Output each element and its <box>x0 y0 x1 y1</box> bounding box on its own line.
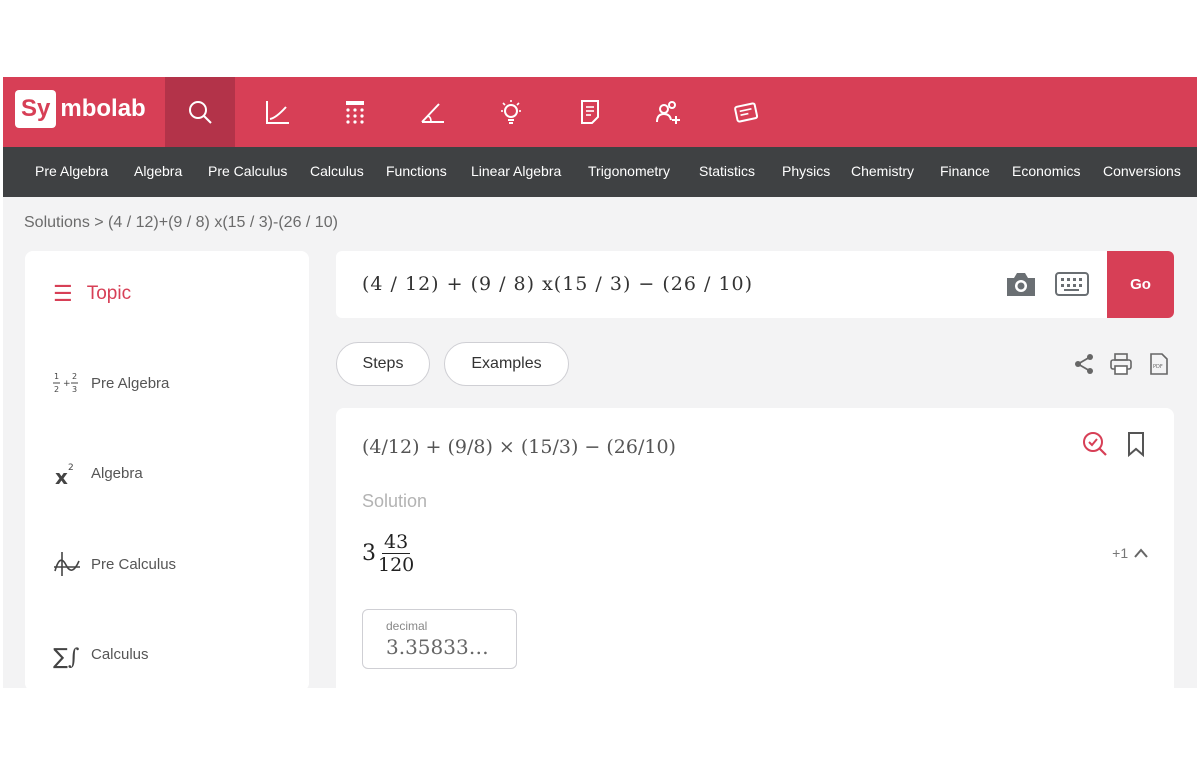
sidebar-item-label: Calculus <box>91 645 149 663</box>
nav-chemistry[interactable]: Chemistry <box>851 163 914 179</box>
nav-economics[interactable]: Economics <box>1012 163 1080 179</box>
sidebar-item-pre-algebra[interactable]: 1 2 2 3 + Pre Algebra <box>49 365 169 401</box>
svg-text:∫: ∫ <box>68 645 80 669</box>
logo-text: mbolab <box>60 95 146 122</box>
chevron-up-icon <box>1134 548 1148 558</box>
svg-text:1: 1 <box>54 372 59 381</box>
svg-text:2: 2 <box>54 385 59 394</box>
x-squared-icon: x2 <box>49 455 85 491</box>
verify-icon[interactable] <box>1081 430 1109 463</box>
decimal-value: 3.35833… <box>386 635 489 659</box>
fraction-denominator: 120 <box>378 554 415 576</box>
logo-box: Sy <box>15 90 57 128</box>
expression-input[interactable]: (4 / 12) + (9 / 8) x(15 / 3) − (26 / 10)… <box>336 251 1174 318</box>
nav-finance[interactable]: Finance <box>940 163 990 179</box>
svg-text:3: 3 <box>72 385 77 394</box>
nav-pre-calculus[interactable]: Pre Calculus <box>208 163 287 179</box>
cheat-sheet-icon[interactable] <box>711 77 781 147</box>
topic-menu-toggle[interactable]: ☰ Topic <box>53 281 131 307</box>
sidebar-item-label: Pre Algebra <box>91 374 170 392</box>
svg-text:∑: ∑ <box>53 645 68 669</box>
bookmark-icon[interactable] <box>1124 430 1148 463</box>
search-icon[interactable] <box>165 77 235 147</box>
steps-button[interactable]: Steps <box>336 342 430 386</box>
sidebar-item-algebra[interactable]: x2 Algebra <box>49 455 143 491</box>
fraction: 43 120 <box>378 531 414 576</box>
sidebar-item-label: Algebra <box>91 464 143 482</box>
function-graph-icon <box>49 546 85 582</box>
sigma-integral-icon: ∑ ∫ <box>49 636 85 672</box>
top-bar: Sy mbolab <box>3 77 1197 147</box>
sidebar-item-calculus[interactable]: ∑ ∫ Calculus <box>49 636 149 672</box>
nav-functions[interactable]: Functions <box>386 163 447 179</box>
solution-label: Solution <box>362 491 428 511</box>
breadcrumb[interactable]: Solutions > (4 / 12)+(9 / 8) x(15 / 3)-(… <box>24 214 338 232</box>
keyboard-icon[interactable] <box>1054 269 1090 304</box>
geometry-icon[interactable] <box>398 77 468 147</box>
svg-text:PDF: PDF <box>1153 364 1163 370</box>
groups-icon[interactable] <box>633 77 703 147</box>
expression-text[interactable]: (4 / 12) + (9 / 8) x(15 / 3) − (26 / 10) <box>362 273 753 295</box>
nav-linear-algebra[interactable]: Linear Algebra <box>471 163 561 179</box>
subject-nav: Pre Algebra Algebra Pre Calculus Calculu… <box>3 147 1197 197</box>
camera-icon[interactable] <box>1004 269 1038 304</box>
nav-statistics[interactable]: Statistics <box>699 163 755 179</box>
mixed-whole: 3 <box>362 541 376 566</box>
decimal-label: decimal <box>386 619 428 633</box>
alternate-count: +1 <box>1112 545 1129 561</box>
topic-sidebar: ☰ Topic 1 2 2 3 + Pre Algebra x2 Algebra Pre… <box>25 251 309 688</box>
calculator-icon[interactable] <box>320 77 390 147</box>
menu-icon: ☰ <box>53 281 73 306</box>
alternate-forms-toggle[interactable]: +1 <box>1112 545 1148 561</box>
share-icon[interactable] <box>1073 353 1095 380</box>
symbolab-logo[interactable]: Sy mbolab <box>15 89 146 129</box>
nav-calculus[interactable]: Calculus <box>310 163 364 179</box>
sidebar-item-label: Pre Calculus <box>91 555 177 573</box>
fraction-numerator: 43 <box>382 531 411 554</box>
svg-text:x: x <box>55 465 68 488</box>
nav-physics[interactable]: Physics <box>782 163 830 179</box>
decimal-box[interactable]: decimal 3.35833… <box>362 609 517 669</box>
notebook-icon[interactable] <box>555 77 625 147</box>
pdf-icon[interactable]: PDF <box>1149 353 1169 380</box>
nav-conversions[interactable]: Conversions <box>1103 163 1181 179</box>
svg-text:+: + <box>63 379 71 389</box>
nav-algebra[interactable]: Algebra <box>134 163 182 179</box>
sidebar-item-pre-calculus[interactable]: Pre Calculus <box>49 546 176 582</box>
app-window: Sy mbolab Pre Algebra Algebra Pre Calcul… <box>3 77 1197 688</box>
svg-text:2: 2 <box>68 463 74 473</box>
problem-statement: (4/12) + (9/8) × (15/3) − (26/10) <box>362 436 676 458</box>
go-button[interactable]: Go <box>1107 251 1174 318</box>
topic-heading: Topic <box>86 283 132 304</box>
svg-text:2: 2 <box>72 372 77 381</box>
nav-trigonometry[interactable]: Trigonometry <box>588 163 670 179</box>
lightbulb-icon[interactable] <box>476 77 546 147</box>
nav-pre-algebra[interactable]: Pre Algebra <box>35 163 108 179</box>
solution-answer: 3 43 120 <box>362 531 414 576</box>
examples-button[interactable]: Examples <box>444 342 569 386</box>
graph-icon[interactable] <box>243 77 313 147</box>
print-icon[interactable] <box>1109 353 1133 380</box>
solution-card: (4/12) + (9/8) × (15/3) − (26/10) Soluti… <box>336 408 1174 688</box>
fraction-icon: 1 2 2 3 + <box>49 365 85 401</box>
